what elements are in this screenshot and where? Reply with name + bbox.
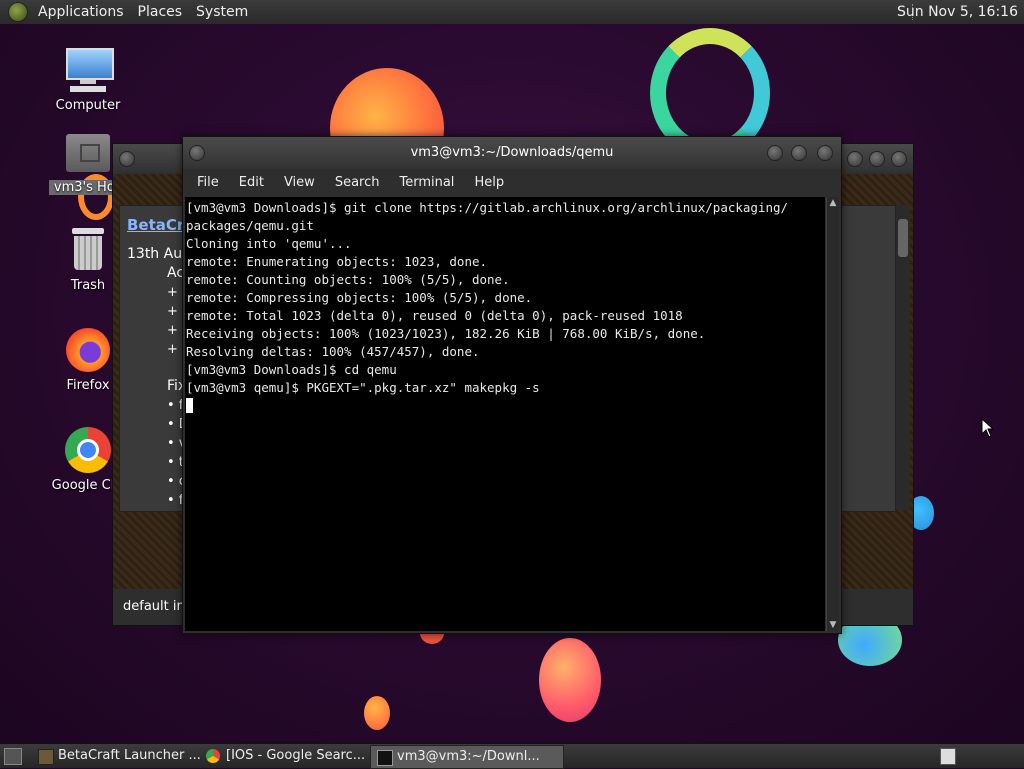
- terminal-line: packages/qemu.git: [186, 218, 314, 233]
- terminal-line: remote: Counting objects: 100% (5/5), do…: [186, 272, 510, 287]
- mouse-pointer-icon: [981, 418, 995, 438]
- scroll-up-icon[interactable]: ▲: [827, 197, 839, 209]
- terminal-screen[interactable]: [vm3@vm3 Downloads]$ git clone https://g…: [185, 197, 825, 631]
- trash-icon: [64, 226, 112, 274]
- workspace-switcher[interactable]: [940, 748, 956, 765]
- minimize-button[interactable]: [767, 145, 783, 161]
- terminal-title: vm3@vm3:~/Downloads/qemu: [410, 145, 614, 160]
- menu-file[interactable]: File: [187, 175, 229, 190]
- task-terminal[interactable]: vm3@vm3:~/Downl...: [370, 745, 564, 769]
- terminal-output: [vm3@vm3 Downloads]$ git clone https://g…: [185, 197, 825, 415]
- show-desktop-button[interactable]: [4, 748, 22, 765]
- task-label: vm3@vm3:~/Downl...: [397, 749, 540, 764]
- terminal-line: Resolving deltas: 100% (457/457), done.: [186, 344, 480, 359]
- maximize-button[interactable]: [791, 145, 807, 161]
- window-menu-button[interactable]: [189, 145, 205, 161]
- terminal-cursor: [186, 398, 193, 413]
- terminal-line: [vm3@vm3 Downloads]$ cd qemu: [186, 362, 397, 377]
- taskbar: BetaCraft Launcher ... [IOS - Google Sea…: [0, 743, 1024, 769]
- desktop-icon-label: Computer: [55, 98, 121, 113]
- top-panel-menus: Applications Places System: [0, 0, 255, 24]
- menu-help[interactable]: Help: [464, 175, 514, 190]
- computer-icon: [64, 46, 114, 94]
- betacraft-scrollbar[interactable]: [896, 205, 910, 510]
- menu-places[interactable]: Places: [131, 0, 190, 24]
- task-chrome[interactable]: [IOS - Google Searc...: [200, 745, 392, 767]
- terminal-menubar: File Edit View Search Terminal Help: [183, 169, 841, 195]
- terminal-line: Receiving objects: 100% (1023/1023), 182…: [186, 326, 706, 341]
- menu-applications[interactable]: Applications: [31, 0, 131, 24]
- terminal-line: [vm3@vm3 qemu]$ PKGEXT=".pkg.tar.xz" mak…: [186, 380, 540, 395]
- menu-edit[interactable]: Edit: [229, 175, 274, 190]
- close-button[interactable]: [891, 151, 907, 167]
- betacraft-icon: [38, 749, 54, 765]
- menu-terminal[interactable]: Terminal: [389, 175, 464, 190]
- wallpaper-small-ball: [364, 696, 390, 730]
- menu-system[interactable]: System: [189, 0, 255, 24]
- distro-logo-icon[interactable]: [8, 2, 28, 22]
- menu-search[interactable]: Search: [325, 175, 390, 190]
- home-folder-icon: [64, 128, 112, 176]
- task-label: [IOS - Google Searc...: [226, 748, 366, 763]
- desktop-icon-computer[interactable]: Computer: [40, 46, 136, 113]
- task-betacraft[interactable]: BetaCraft Launcher ...: [32, 745, 224, 767]
- firefox-icon: [64, 326, 112, 374]
- terminal-window[interactable]: vm3@vm3:~/Downloads/qemu File Edit View …: [182, 136, 842, 634]
- terminal-line: remote: Enumerating objects: 1023, done.: [186, 254, 488, 269]
- minimize-button[interactable]: [847, 151, 863, 167]
- terminal-scrollbar[interactable]: ▲ ▼: [826, 197, 839, 631]
- menu-view[interactable]: View: [274, 175, 325, 190]
- top-panel: Applications Places System Sun Nov 5, 16…: [0, 0, 1024, 25]
- maximize-button[interactable]: [869, 151, 885, 167]
- terminal-line: remote: Compressing objects: 100% (5/5),…: [186, 290, 533, 305]
- terminal-titlebar[interactable]: vm3@vm3:~/Downloads/qemu: [183, 137, 841, 169]
- clock[interactable]: Sun Nov 5, 16:16: [897, 0, 1018, 24]
- scrollbar-thumb[interactable]: [898, 219, 908, 257]
- wallpaper-pink-ball: [539, 638, 601, 722]
- terminal-icon: [377, 750, 393, 766]
- terminal-line: Cloning into 'qemu'...: [186, 236, 352, 251]
- close-button[interactable]: [817, 145, 833, 161]
- task-label: BetaCraft Launcher ...: [58, 748, 201, 763]
- window-menu-button[interactable]: [119, 151, 135, 167]
- chrome-icon: [206, 749, 220, 763]
- terminal-line: remote: Total 1023 (delta 0), reused 0 (…: [186, 308, 683, 323]
- terminal-line: [vm3@vm3 Downloads]$ git clone https://g…: [186, 200, 789, 215]
- chrome-icon: [64, 426, 112, 474]
- scroll-down-icon[interactable]: ▼: [827, 619, 839, 631]
